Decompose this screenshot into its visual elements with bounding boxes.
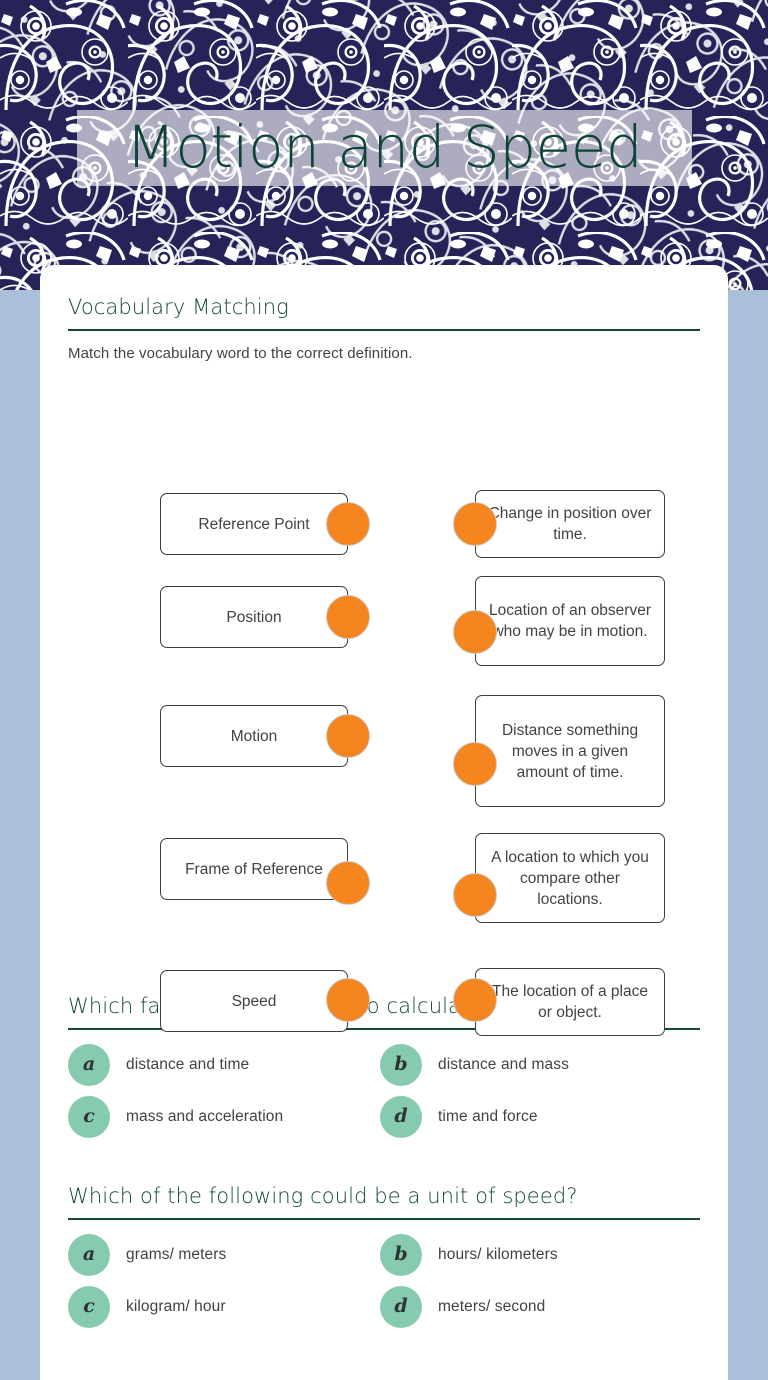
match-definition-label: Change in position over time. [488, 505, 652, 543]
match-definition-box[interactable]: The location of a place or object. [475, 968, 665, 1036]
match-term-box[interactable]: Speed [160, 970, 348, 1032]
match-term-box[interactable]: Frame of Reference [160, 838, 348, 900]
match-term-peg[interactable] [326, 861, 370, 905]
option-letter-circle: c [68, 1096, 110, 1138]
option-a[interactable]: a distance and time [68, 1044, 380, 1086]
option-a[interactable]: a grams/ meters [68, 1234, 380, 1276]
option-label: mass and acceleration [126, 1108, 284, 1125]
options-grid: a grams/ meters b hours/ kilometers c ki… [68, 1234, 700, 1328]
worksheet-card: Vocabulary Matching Match the vocabulary… [40, 265, 728, 1380]
match-definition-label: The location of a place or object. [492, 983, 648, 1021]
option-b[interactable]: b distance and mass [380, 1044, 692, 1086]
option-c[interactable]: c mass and acceleration [68, 1096, 380, 1138]
match-definition-box[interactable]: Change in position over time. [475, 490, 665, 558]
option-letter-circle: c [68, 1286, 110, 1328]
option-label: distance and mass [438, 1056, 569, 1073]
match-term-box[interactable]: Reference Point [160, 493, 348, 555]
match-definition-label: Distance something moves in a given amou… [501, 721, 639, 781]
section-heading-vocabulary-matching: Vocabulary Matching [68, 295, 289, 319]
match-term-box[interactable]: Motion [160, 705, 348, 767]
match-definition-label: Location of an observer who may be in mo… [489, 602, 651, 640]
option-letter-circle: a [68, 1234, 110, 1276]
match-term-peg[interactable] [326, 595, 370, 639]
match-term-label: Frame of Reference [185, 860, 323, 878]
options-grid: a distance and time b distance and mass … [68, 1044, 700, 1138]
header-banner: Motion and Speed [0, 0, 768, 290]
match-definition-box[interactable]: A location to which you compare other lo… [475, 833, 665, 923]
option-label: distance and time [126, 1056, 250, 1073]
match-definition-peg[interactable] [453, 873, 497, 917]
matching-instruction: Match the vocabulary word to the correct… [68, 345, 413, 362]
match-definition-peg[interactable] [453, 610, 497, 654]
match-definition-peg[interactable] [453, 502, 497, 546]
option-d[interactable]: d time and force [380, 1096, 692, 1138]
option-letter-circle: a [68, 1044, 110, 1086]
match-term-peg[interactable] [326, 978, 370, 1022]
match-term-label: Speed [231, 992, 277, 1010]
match-term-label: Position [226, 608, 282, 626]
option-label: time and force [438, 1108, 538, 1125]
page-title: Motion and Speed [125, 113, 643, 181]
option-label: meters/ second [438, 1298, 546, 1315]
option-letter-circle: b [380, 1044, 422, 1086]
vocabulary-matching-section: Vocabulary Matching Match the vocabulary… [68, 295, 700, 1036]
option-letter-circle: d [380, 1096, 422, 1138]
option-label: grams/ meters [126, 1246, 227, 1263]
match-term-peg[interactable] [326, 502, 370, 546]
option-b[interactable]: b hours/ kilometers [380, 1234, 692, 1276]
matching-area: Reference Point Position Motion Frame of… [68, 378, 700, 1036]
option-label: kilogram/ hour [126, 1298, 226, 1315]
question-block: Which of the following could be a unit o… [68, 1184, 700, 1328]
option-letter-circle: b [380, 1234, 422, 1276]
match-term-box[interactable]: Position [160, 586, 348, 648]
match-definition-peg[interactable] [453, 978, 497, 1022]
heading-divider [68, 1218, 700, 1220]
match-term-label: Motion [230, 727, 278, 745]
option-c[interactable]: c kilogram/ hour [68, 1286, 380, 1328]
option-d[interactable]: d meters/ second [380, 1286, 692, 1328]
match-definition-label: A location to which you compare other lo… [491, 848, 649, 908]
question-prompt: Which of the following could be a unit o… [68, 1184, 578, 1208]
match-term-label: Reference Point [198, 515, 310, 533]
match-definition-box[interactable]: Location of an observer who may be in mo… [475, 576, 665, 666]
option-letter-circle: d [380, 1286, 422, 1328]
heading-divider [68, 329, 700, 331]
match-term-peg[interactable] [326, 714, 370, 758]
match-definition-peg[interactable] [453, 742, 497, 786]
option-label: hours/ kilometers [438, 1246, 558, 1263]
match-definition-box[interactable]: Distance something moves in a given amou… [475, 695, 665, 807]
